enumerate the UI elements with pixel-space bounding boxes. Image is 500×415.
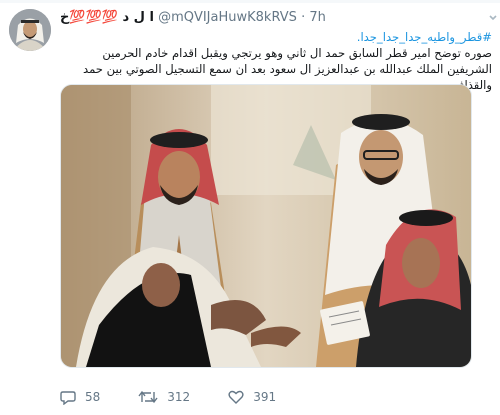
- tweet-header: ا ل د 💯💯💯خ @mQVIJaHuwK8kRVS · 7h: [60, 9, 492, 27]
- tweet-time[interactable]: 7h: [309, 10, 326, 25]
- retweet-count: 312: [167, 390, 191, 404]
- retweet-icon: [138, 390, 158, 404]
- user-handle[interactable]: @mQVIJaHuwK8kRVS: [158, 10, 297, 25]
- top-divider: [0, 0, 500, 3]
- reply-count: 58: [85, 390, 101, 404]
- like-button[interactable]: 391: [228, 389, 276, 405]
- tweet-card[interactable]: ا ل د 💯💯💯خ @mQVIJaHuwK8kRVS · 7h #قطر_وا…: [0, 0, 500, 415]
- like-count: 391: [253, 390, 277, 404]
- hashtag-link[interactable]: #قطر_واطيه_جدا_جدا_جدا.: [357, 30, 492, 44]
- display-name[interactable]: ا ل د 💯💯💯خ: [60, 10, 154, 25]
- retweet-button[interactable]: 312: [138, 389, 190, 405]
- heart-icon: [228, 390, 244, 404]
- ellipsis-icon[interactable]: [488, 10, 498, 28]
- tweet-actions: 58 312 391: [60, 387, 314, 407]
- reply-icon: [60, 391, 76, 405]
- reply-button[interactable]: 58: [60, 389, 100, 405]
- tweet-photo[interactable]: [60, 84, 472, 368]
- avatar[interactable]: [9, 9, 51, 51]
- separator-dot: ·: [301, 10, 306, 25]
